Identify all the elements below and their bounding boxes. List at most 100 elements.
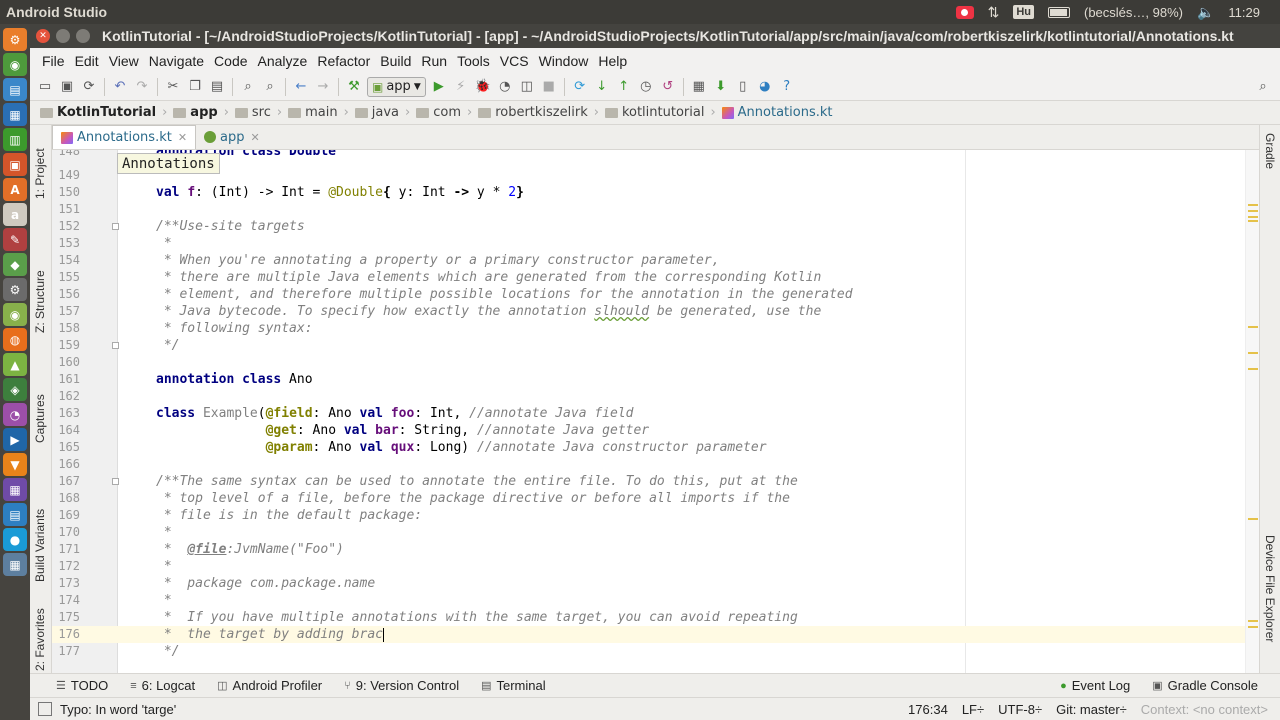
undo-icon[interactable]: ↶ <box>111 78 129 96</box>
color-icon[interactable]: ◔ <box>3 403 27 426</box>
android-icon[interactable]: ▲ <box>3 353 27 376</box>
warning-stripe[interactable] <box>1248 626 1258 628</box>
debug-icon[interactable]: 🐞 <box>474 78 492 96</box>
breadcrumb-item[interactable]: java <box>354 105 405 120</box>
breadcrumb-item[interactable]: robertkiszelirk <box>478 105 594 120</box>
tools-icon[interactable]: ✎ <box>3 228 27 251</box>
breadcrumb-item[interactable]: com <box>416 105 467 120</box>
terminal-icon[interactable]: ⚙ <box>3 28 27 51</box>
workspace-icon[interactable]: ▦ <box>3 553 27 576</box>
code-line[interactable]: 175 * If you have multiple annotations w… <box>52 609 1245 626</box>
vcs-update-icon[interactable]: ⟳ <box>571 78 589 96</box>
warning-stripe[interactable] <box>1248 216 1258 218</box>
code-line[interactable]: 151 <box>52 201 1245 218</box>
code-editor[interactable]: 148 annotation class Double 149 150 val f… <box>52 150 1259 673</box>
code-lines[interactable]: 149 150 val f: (Int) -> Int = @Double{ y:… <box>52 167 1245 660</box>
tool-window-captures[interactable]: Captures <box>33 365 47 443</box>
amazon-icon[interactable]: a <box>3 203 27 226</box>
clock[interactable]: 11:29 <box>1228 5 1260 20</box>
window-minimize-button[interactable] <box>56 29 70 43</box>
tool-tab-version-control[interactable]: ⑂ 9: Version Control <box>344 678 481 693</box>
vcs-revert-icon[interactable]: ↺ <box>659 78 677 96</box>
code-line[interactable]: 162 <box>52 388 1245 405</box>
code-line[interactable]: 168 * top level of a file, before the pa… <box>52 490 1245 507</box>
toggle-tool-windows-icon[interactable] <box>38 702 52 716</box>
studio-icon[interactable]: ◆ <box>3 253 27 276</box>
chrome-icon[interactable]: ◉ <box>3 53 27 76</box>
code-line[interactable]: 154 * When you're annotating a property … <box>52 252 1245 269</box>
apps-icon[interactable]: ▤ <box>3 503 27 526</box>
context-indicator[interactable]: Context: <no context> <box>1141 702 1268 717</box>
writer-icon[interactable]: ▦ <box>3 103 27 126</box>
code-line[interactable]: 160 <box>52 354 1245 371</box>
sdk-manager-icon[interactable]: ⬇ <box>712 78 730 96</box>
code-line[interactable]: 166 <box>52 456 1245 473</box>
tool-window-project[interactable]: 1: Project <box>33 133 47 199</box>
forward-icon[interactable]: → <box>314 78 332 96</box>
tool-tab-logcat[interactable]: ≡ 6: Logcat <box>130 678 217 693</box>
menu-analyze[interactable]: Analyze <box>253 53 313 69</box>
battery-icon[interactable] <box>1048 6 1070 18</box>
tool-window-gradle[interactable]: Gradle <box>1263 133 1277 169</box>
tool-window-build-variants[interactable]: Build Variants <box>33 470 47 582</box>
project-structure-icon[interactable]: ▦ <box>690 78 708 96</box>
menu-build[interactable]: Build <box>375 53 416 69</box>
vlc-icon[interactable]: ▼ <box>3 453 27 476</box>
tool-window-device-file-explorer[interactable]: Device File Explorer <box>1263 535 1277 642</box>
tool-tab-profiler[interactable]: ◫ Android Profiler <box>217 678 344 693</box>
avd-manager-icon[interactable]: ▯ <box>734 78 752 96</box>
fold-marker[interactable] <box>112 223 119 230</box>
warning-stripe[interactable] <box>1248 368 1258 370</box>
photos-icon[interactable]: ▦ <box>3 478 27 501</box>
warning-stripe[interactable] <box>1248 204 1258 206</box>
window-maximize-button[interactable] <box>76 29 90 43</box>
code-line[interactable]: 158 * following syntax: <box>52 320 1245 337</box>
code-line[interactable]: 163 class Example(@field: Ano val foo: In… <box>52 405 1245 422</box>
breadcrumb-item[interactable]: main <box>288 105 343 120</box>
make-project-icon[interactable]: ⚒ <box>345 78 363 96</box>
battery-text[interactable]: (becslés…, 98%) <box>1084 5 1183 20</box>
code-line-current[interactable]: 176 * the target by adding brac <box>52 626 1245 643</box>
stop-icon[interactable]: ■ <box>540 78 558 96</box>
line-separator[interactable]: LF÷ <box>962 702 984 717</box>
tool-tab-gradle-console[interactable]: ▣ Gradle Console <box>1152 678 1280 693</box>
code-line[interactable]: 165 @param: Ano val qux: Long) //annotat… <box>52 439 1245 456</box>
code-line[interactable]: 164 @get: Ano val bar: String, //annotat… <box>52 422 1245 439</box>
fold-marker[interactable] <box>112 342 119 349</box>
keyboard-layout-badge[interactable]: Hu <box>1013 5 1034 19</box>
warning-stripe[interactable] <box>1248 352 1258 354</box>
warning-stripe[interactable] <box>1248 518 1258 520</box>
code-line[interactable]: 167 /**The same syntax can be used to ann… <box>52 473 1245 490</box>
breadcrumb-item[interactable]: KotlinTutorial <box>40 105 162 120</box>
help-icon[interactable]: ? <box>778 78 796 96</box>
tool-tab-todo[interactable]: ☰ TODO <box>56 678 130 693</box>
code-line[interactable]: 177 */ <box>52 643 1245 660</box>
warning-stripe[interactable] <box>1248 620 1258 622</box>
menu-help[interactable]: Help <box>593 53 632 69</box>
file-encoding[interactable]: UTF-8÷ <box>998 702 1042 717</box>
code-line[interactable]: 170 * <box>52 524 1245 541</box>
attach-debugger-icon[interactable]: ◫ <box>518 78 536 96</box>
menu-window[interactable]: Window <box>534 53 594 69</box>
code-line[interactable]: 148 annotation class Double <box>52 150 1245 162</box>
warning-stripe[interactable] <box>1248 210 1258 212</box>
profiler-icon[interactable]: ◕ <box>756 78 774 96</box>
tool-tab-event-log[interactable]: ● Event Log <box>1060 678 1152 693</box>
code-line[interactable]: 161 annotation class Ano <box>52 371 1245 388</box>
code-line[interactable]: 155 * there are multiple Java elements w… <box>52 269 1245 286</box>
code-line[interactable]: 173 * package com.package.name <box>52 575 1245 592</box>
editor-tab-annotations[interactable]: Annotations.kt ✕ <box>52 125 197 149</box>
vcs-compare-icon[interactable]: ↑ <box>615 78 633 96</box>
menu-vcs[interactable]: VCS <box>495 53 534 69</box>
menu-tools[interactable]: Tools <box>452 53 495 69</box>
apply-changes-icon[interactable]: ⚡ <box>452 78 470 96</box>
find-icon[interactable]: ⌕ <box>239 78 257 96</box>
code-line[interactable]: 159 */ <box>52 337 1245 354</box>
firefox-icon[interactable]: ◍ <box>3 328 27 351</box>
window-close-button[interactable]: ✕ <box>36 29 50 43</box>
copy-icon[interactable]: ❐ <box>186 78 204 96</box>
menu-navigate[interactable]: Navigate <box>144 53 209 69</box>
caret-position[interactable]: 176:34 <box>908 702 948 717</box>
code-line[interactable]: 149 <box>52 167 1245 184</box>
close-icon[interactable]: ✕ <box>178 131 187 144</box>
